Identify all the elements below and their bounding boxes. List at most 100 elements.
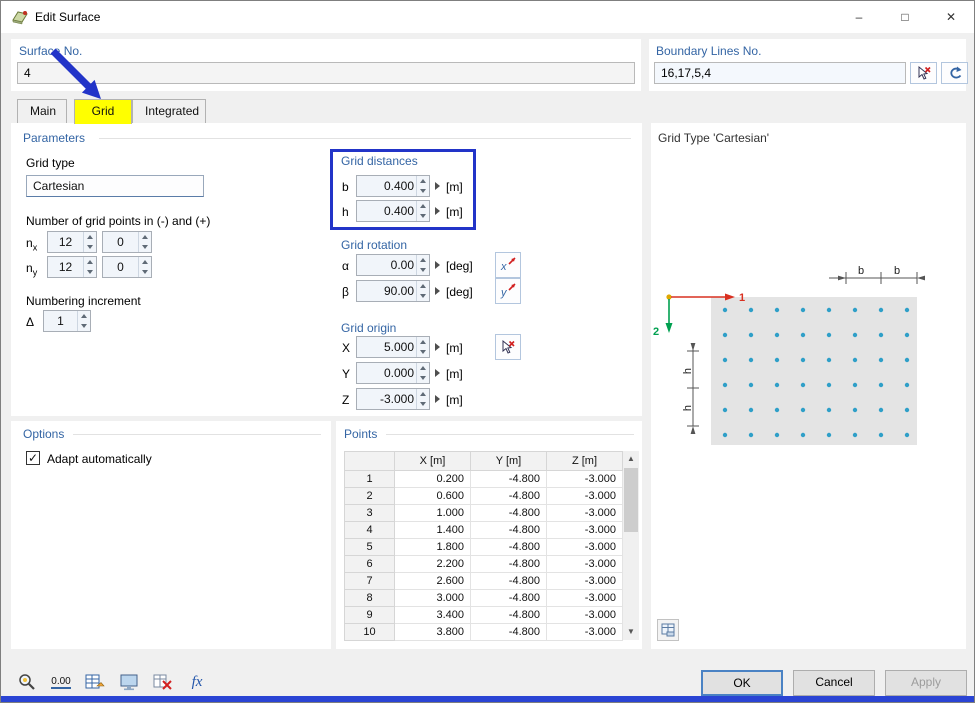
points-row[interactable]: 41.400-4.800-3.000 [345,522,623,539]
tab-grid[interactable]: Grid [74,99,132,124]
param-arrow-icon[interactable] [435,395,440,403]
points-row[interactable]: 31.000-4.800-3.000 [345,505,623,522]
cancel-button[interactable]: Cancel [793,670,875,696]
points-cell[interactable]: -3.000 [547,590,623,607]
spin-buttons[interactable] [77,311,90,331]
points-cell[interactable]: -4.800 [471,471,547,488]
param-arrow-icon[interactable] [435,261,440,269]
points-cell[interactable]: 0.600 [395,488,471,505]
tab-integrated[interactable]: Integrated [132,99,206,123]
pick-origin-button[interactable] [495,334,521,360]
maximize-button[interactable]: □ [882,1,928,33]
points-cell[interactable]: -4.800 [471,539,547,556]
origin-x-field[interactable]: 5.000 [356,336,430,358]
units-settings-button[interactable] [81,669,109,695]
pick-boundary-lines-button[interactable] [910,62,937,84]
points-row[interactable]: 93.400-4.800-3.000 [345,607,623,624]
nx-minus-spinner[interactable]: 12 [47,231,97,253]
points-cell[interactable]: -4.800 [471,488,547,505]
points-row[interactable]: 83.000-4.800-3.000 [345,590,623,607]
details-button[interactable] [13,669,41,695]
ok-button[interactable]: OK [701,670,783,696]
spin-buttons[interactable] [416,281,429,301]
rendering-button[interactable] [115,669,143,695]
close-button[interactable]: ✕ [928,1,974,33]
scroll-up-icon[interactable]: ▲ [623,451,639,467]
spin-buttons[interactable] [416,363,429,383]
spin-buttons[interactable] [138,257,151,277]
points-cell[interactable]: -4.800 [471,607,547,624]
points-row[interactable]: 51.800-4.800-3.000 [345,539,623,556]
undo-boundary-button[interactable] [941,62,968,84]
points-cell[interactable]: -3.000 [547,522,623,539]
adapt-automatically-checkbox[interactable]: ✓ [26,451,40,465]
points-row-number[interactable]: 7 [345,573,395,590]
param-arrow-icon[interactable] [435,287,440,295]
minimize-button[interactable]: – [836,1,882,33]
points-cell[interactable]: 2.200 [395,556,471,573]
points-cell[interactable]: -4.800 [471,522,547,539]
points-cell[interactable]: -3.000 [547,607,623,624]
preview-display-options-button[interactable] [657,619,679,641]
rotation-beta-field[interactable]: 90.00 [356,280,430,302]
points-scrollbar[interactable]: ▲ ▼ [623,451,639,640]
decimal-places-button[interactable]: 0.00 [47,669,75,695]
points-row-number[interactable]: 8 [345,590,395,607]
origin-y-field[interactable]: 0.000 [356,362,430,384]
points-cell[interactable]: -4.800 [471,590,547,607]
spin-buttons[interactable] [83,232,96,252]
pick-x-axis-button[interactable]: x [495,252,521,278]
points-cell[interactable]: -3.000 [547,624,623,641]
spin-buttons[interactable] [83,257,96,277]
ny-minus-spinner[interactable]: 12 [47,256,97,278]
points-row-number[interactable]: 2 [345,488,395,505]
spin-buttons[interactable] [416,337,429,357]
points-cell[interactable]: 3.000 [395,590,471,607]
origin-z-field[interactable]: -3.000 [356,388,430,410]
points-cell[interactable]: 2.600 [395,573,471,590]
pick-y-axis-button[interactable]: y [495,278,521,304]
points-cell[interactable]: -4.800 [471,624,547,641]
spin-buttons[interactable] [138,232,151,252]
points-row-number[interactable]: 6 [345,556,395,573]
points-cell[interactable]: -4.800 [471,573,547,590]
points-row[interactable]: 20.600-4.800-3.000 [345,488,623,505]
points-row-number[interactable]: 4 [345,522,395,539]
scroll-thumb[interactable] [624,468,638,532]
comment-function-button[interactable]: fx [183,669,211,695]
points-cell[interactable]: -4.800 [471,505,547,522]
points-cell[interactable]: -3.000 [547,488,623,505]
points-row[interactable]: 10.200-4.800-3.000 [345,471,623,488]
points-row[interactable]: 72.600-4.800-3.000 [345,573,623,590]
scroll-down-icon[interactable]: ▼ [623,624,639,640]
spin-buttons[interactable] [416,389,429,409]
points-cell[interactable]: -4.800 [471,556,547,573]
points-cell[interactable]: 0.200 [395,471,471,488]
points-cell[interactable]: 1.400 [395,522,471,539]
nx-plus-spinner[interactable]: 0 [102,231,152,253]
points-row-number[interactable]: 9 [345,607,395,624]
points-row-number[interactable]: 3 [345,505,395,522]
points-row-number[interactable]: 10 [345,624,395,641]
points-row[interactable]: 103.800-4.800-3.000 [345,624,623,641]
points-cell[interactable]: -3.000 [547,573,623,590]
points-row[interactable]: 62.200-4.800-3.000 [345,556,623,573]
delta-spinner[interactable]: 1 [43,310,91,332]
points-cell[interactable]: -3.000 [547,539,623,556]
param-arrow-icon[interactable] [435,343,440,351]
spin-buttons[interactable] [416,255,429,275]
points-table[interactable]: X [m]Y [m]Z [m] 10.200-4.800-3.00020.600… [344,451,623,641]
ny-plus-spinner[interactable]: 0 [102,256,152,278]
points-row-number[interactable]: 1 [345,471,395,488]
rotation-alpha-field[interactable]: 0.00 [356,254,430,276]
points-cell[interactable]: 1.800 [395,539,471,556]
points-cell[interactable]: -3.000 [547,471,623,488]
grid-type-combobox[interactable]: Cartesian [26,175,204,197]
points-cell[interactable]: 3.400 [395,607,471,624]
param-arrow-icon[interactable] [435,369,440,377]
points-cell[interactable]: 1.000 [395,505,471,522]
delete-grid-button[interactable] [149,669,177,695]
points-cell[interactable]: 3.800 [395,624,471,641]
points-cell[interactable]: -3.000 [547,556,623,573]
boundary-lines-input[interactable]: 16,17,5,4 [654,62,906,84]
